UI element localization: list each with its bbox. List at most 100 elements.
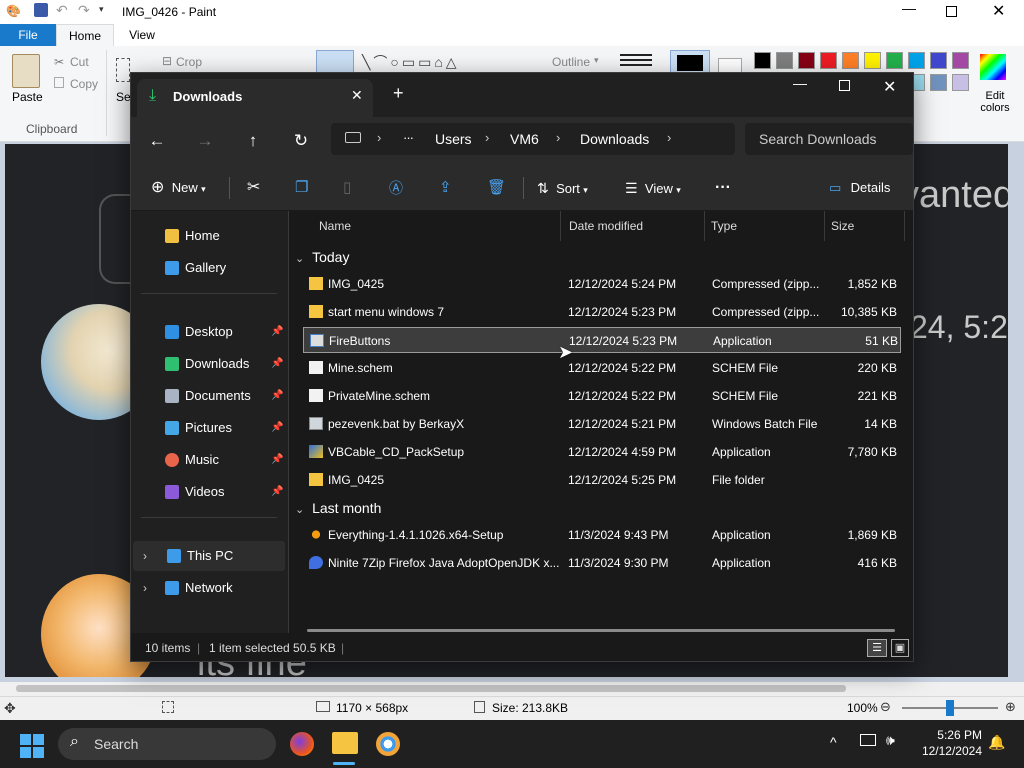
sidebar-item-desktop[interactable]: Desktop 📌 bbox=[131, 317, 283, 347]
cut-button[interactable]: Cut bbox=[70, 55, 89, 69]
chevron-up-icon[interactable]: ^ bbox=[830, 734, 837, 750]
file-list-horizontal-scrollbar[interactable] bbox=[307, 629, 895, 632]
paint-maximize-button[interactable] bbox=[946, 6, 957, 17]
edit-colors-icon[interactable] bbox=[980, 54, 1006, 80]
edit-colors-button[interactable]: Edit colors bbox=[978, 90, 1012, 114]
back-button[interactable]: ← bbox=[139, 117, 175, 165]
column-header-name[interactable]: Name bbox=[319, 211, 561, 241]
copy-button[interactable]: Copy bbox=[70, 77, 98, 91]
firefox-icon[interactable] bbox=[290, 732, 314, 756]
color-swatch[interactable] bbox=[776, 52, 793, 69]
new-button[interactable]: ⊕ New ▾ bbox=[151, 165, 206, 211]
quick-access-dropdown-icon[interactable]: ▾ bbox=[99, 4, 104, 15]
size-icon[interactable] bbox=[620, 54, 652, 56]
sidebar-item-videos[interactable]: Videos 📌 bbox=[131, 477, 283, 507]
paint-minimize-button[interactable]: — bbox=[902, 0, 916, 16]
color-swatch[interactable] bbox=[930, 52, 947, 69]
network-status-icon[interactable] bbox=[860, 734, 876, 746]
color-swatch[interactable] bbox=[798, 52, 815, 69]
file-row[interactable]: IMG_0425 12/12/2024 5:24 PM Compressed (… bbox=[303, 271, 901, 297]
color-swatch[interactable] bbox=[842, 52, 859, 69]
rename-icon[interactable]: Ⓐ bbox=[389, 165, 403, 211]
zoom-out-button[interactable]: ⊖ bbox=[880, 699, 891, 715]
pin-icon[interactable]: 📌 bbox=[271, 349, 283, 379]
pin-icon[interactable]: 📌 bbox=[271, 413, 283, 443]
tab-view[interactable]: View bbox=[114, 24, 170, 46]
breadcrumb-downloads[interactable]: Downloads bbox=[580, 131, 649, 147]
sidebar-item-pictures[interactable]: Pictures 📌 bbox=[131, 413, 283, 443]
group-header-today[interactable]: ⌄ Today bbox=[295, 245, 349, 269]
color-swatch[interactable] bbox=[930, 74, 947, 91]
view-button[interactable]: ☰ View ▾ bbox=[625, 165, 681, 211]
new-tab-button[interactable]: + bbox=[393, 83, 404, 104]
paint-horizontal-scrollbar[interactable] bbox=[0, 682, 1024, 696]
sidebar-item-this-pc[interactable]: › This PC bbox=[133, 541, 285, 571]
save-icon[interactable] bbox=[34, 3, 48, 17]
file-row[interactable]: pezevenk.bat by BerkayX 12/12/2024 5:21 … bbox=[303, 411, 901, 437]
color-swatch[interactable] bbox=[908, 52, 925, 69]
scrollbar-thumb[interactable] bbox=[16, 685, 846, 692]
shapes-icon[interactable]: ╲⌒○▭▭⌂△ bbox=[362, 52, 460, 72]
sidebar-item-network[interactable]: › Network bbox=[131, 573, 281, 603]
undo-icon[interactable]: ↶ bbox=[56, 2, 68, 19]
file-row[interactable]: Mine.schem 12/12/2024 5:22 PM SCHEM File… bbox=[303, 355, 901, 381]
details-view-button[interactable]: ☰ bbox=[867, 639, 887, 657]
explorer-tab-downloads[interactable]: ⤓ Downloads ✕ bbox=[137, 79, 373, 117]
file-row-selected[interactable]: FireButtons 12/12/2024 5:23 PM Applicati… bbox=[303, 327, 901, 353]
breadcrumb-vm6[interactable]: VM6 bbox=[510, 131, 539, 147]
color-swatch[interactable] bbox=[952, 74, 969, 91]
address-bar[interactable]: › ··· Users › VM6 › Downloads › bbox=[331, 123, 735, 155]
column-header-size[interactable]: Size bbox=[825, 211, 905, 241]
expand-chevron-icon[interactable]: › bbox=[143, 573, 147, 603]
taskbar-time[interactable]: 5:26 PM bbox=[936, 728, 982, 742]
tiles-view-button[interactable]: ▣ bbox=[891, 639, 909, 657]
file-row[interactable]: PrivateMine.schem 12/12/2024 5:22 PM SCH… bbox=[303, 383, 901, 409]
explorer-minimize-button[interactable]: — bbox=[793, 75, 807, 91]
explorer-maximize-button[interactable] bbox=[839, 80, 850, 91]
refresh-button[interactable]: ↻ bbox=[283, 117, 319, 165]
taskbar-search-box[interactable]: ⌕ Search bbox=[58, 728, 276, 760]
file-explorer-taskbar-icon[interactable] bbox=[332, 732, 358, 754]
redo-icon[interactable]: ↷ bbox=[78, 2, 90, 19]
column-header-type[interactable]: Type bbox=[705, 211, 825, 241]
breadcrumb-users[interactable]: Users bbox=[435, 131, 472, 147]
file-row[interactable]: VBCable_CD_PackSetup 12/12/2024 4:59 PM … bbox=[303, 439, 901, 465]
paste-icon[interactable]: ▯ bbox=[343, 165, 351, 211]
file-row[interactable]: start menu windows 7 12/12/2024 5:23 PM … bbox=[303, 299, 901, 325]
pin-icon[interactable]: 📌 bbox=[271, 445, 283, 475]
tab-home[interactable]: Home bbox=[56, 24, 114, 46]
file-row[interactable]: Everything-1.4.1.1026.x64-Setup 11/3/202… bbox=[303, 522, 901, 548]
taskbar-date[interactable]: 12/12/2024 bbox=[918, 744, 982, 758]
paste-button[interactable]: Paste bbox=[12, 90, 43, 104]
sidebar-item-gallery[interactable]: Gallery bbox=[131, 253, 281, 283]
color-swatch[interactable] bbox=[754, 52, 771, 69]
sidebar-item-home[interactable]: Home bbox=[131, 221, 281, 251]
cut-icon[interactable]: ✂ bbox=[247, 165, 260, 211]
forward-button[interactable]: → bbox=[187, 117, 223, 165]
volume-icon[interactable]: 🕪 bbox=[886, 732, 895, 749]
copy-icon[interactable]: ❐ bbox=[295, 165, 308, 211]
color-swatch[interactable] bbox=[886, 52, 903, 69]
select-icon[interactable] bbox=[116, 58, 130, 82]
group-header-last-month[interactable]: ⌄ Last month bbox=[295, 496, 381, 520]
pin-icon[interactable]: 📌 bbox=[271, 381, 283, 411]
search-input[interactable]: Search Downloads bbox=[745, 123, 913, 155]
color-swatch[interactable] bbox=[864, 52, 881, 69]
explorer-close-button[interactable]: ✕ bbox=[883, 77, 896, 97]
file-row[interactable]: IMG_0425 12/12/2024 5:25 PM File folder bbox=[303, 467, 901, 493]
up-button[interactable]: ↑ bbox=[235, 117, 271, 165]
start-button[interactable] bbox=[20, 734, 44, 758]
share-icon[interactable]: ⇪ bbox=[439, 165, 452, 211]
column-header-date[interactable]: Date modified bbox=[561, 211, 705, 241]
sidebar-item-downloads[interactable]: Downloads 📌 bbox=[131, 349, 283, 379]
close-tab-button[interactable]: ✕ bbox=[351, 87, 363, 104]
paint-taskbar-icon[interactable] bbox=[376, 732, 400, 756]
outline-button[interactable]: Outline bbox=[552, 55, 590, 69]
delete-icon[interactable]: 🗑 bbox=[487, 165, 506, 211]
sidebar-item-music[interactable]: Music 📌 bbox=[131, 445, 283, 475]
pin-icon[interactable]: 📌 bbox=[271, 317, 283, 347]
see-more-button[interactable]: ··· bbox=[715, 165, 731, 211]
file-row[interactable]: Ninite 7Zip Firefox Java AdoptOpenJDK x.… bbox=[303, 550, 901, 576]
zoom-slider-thumb[interactable] bbox=[946, 700, 954, 716]
sort-button[interactable]: ⇅ Sort ▾ bbox=[537, 165, 588, 211]
